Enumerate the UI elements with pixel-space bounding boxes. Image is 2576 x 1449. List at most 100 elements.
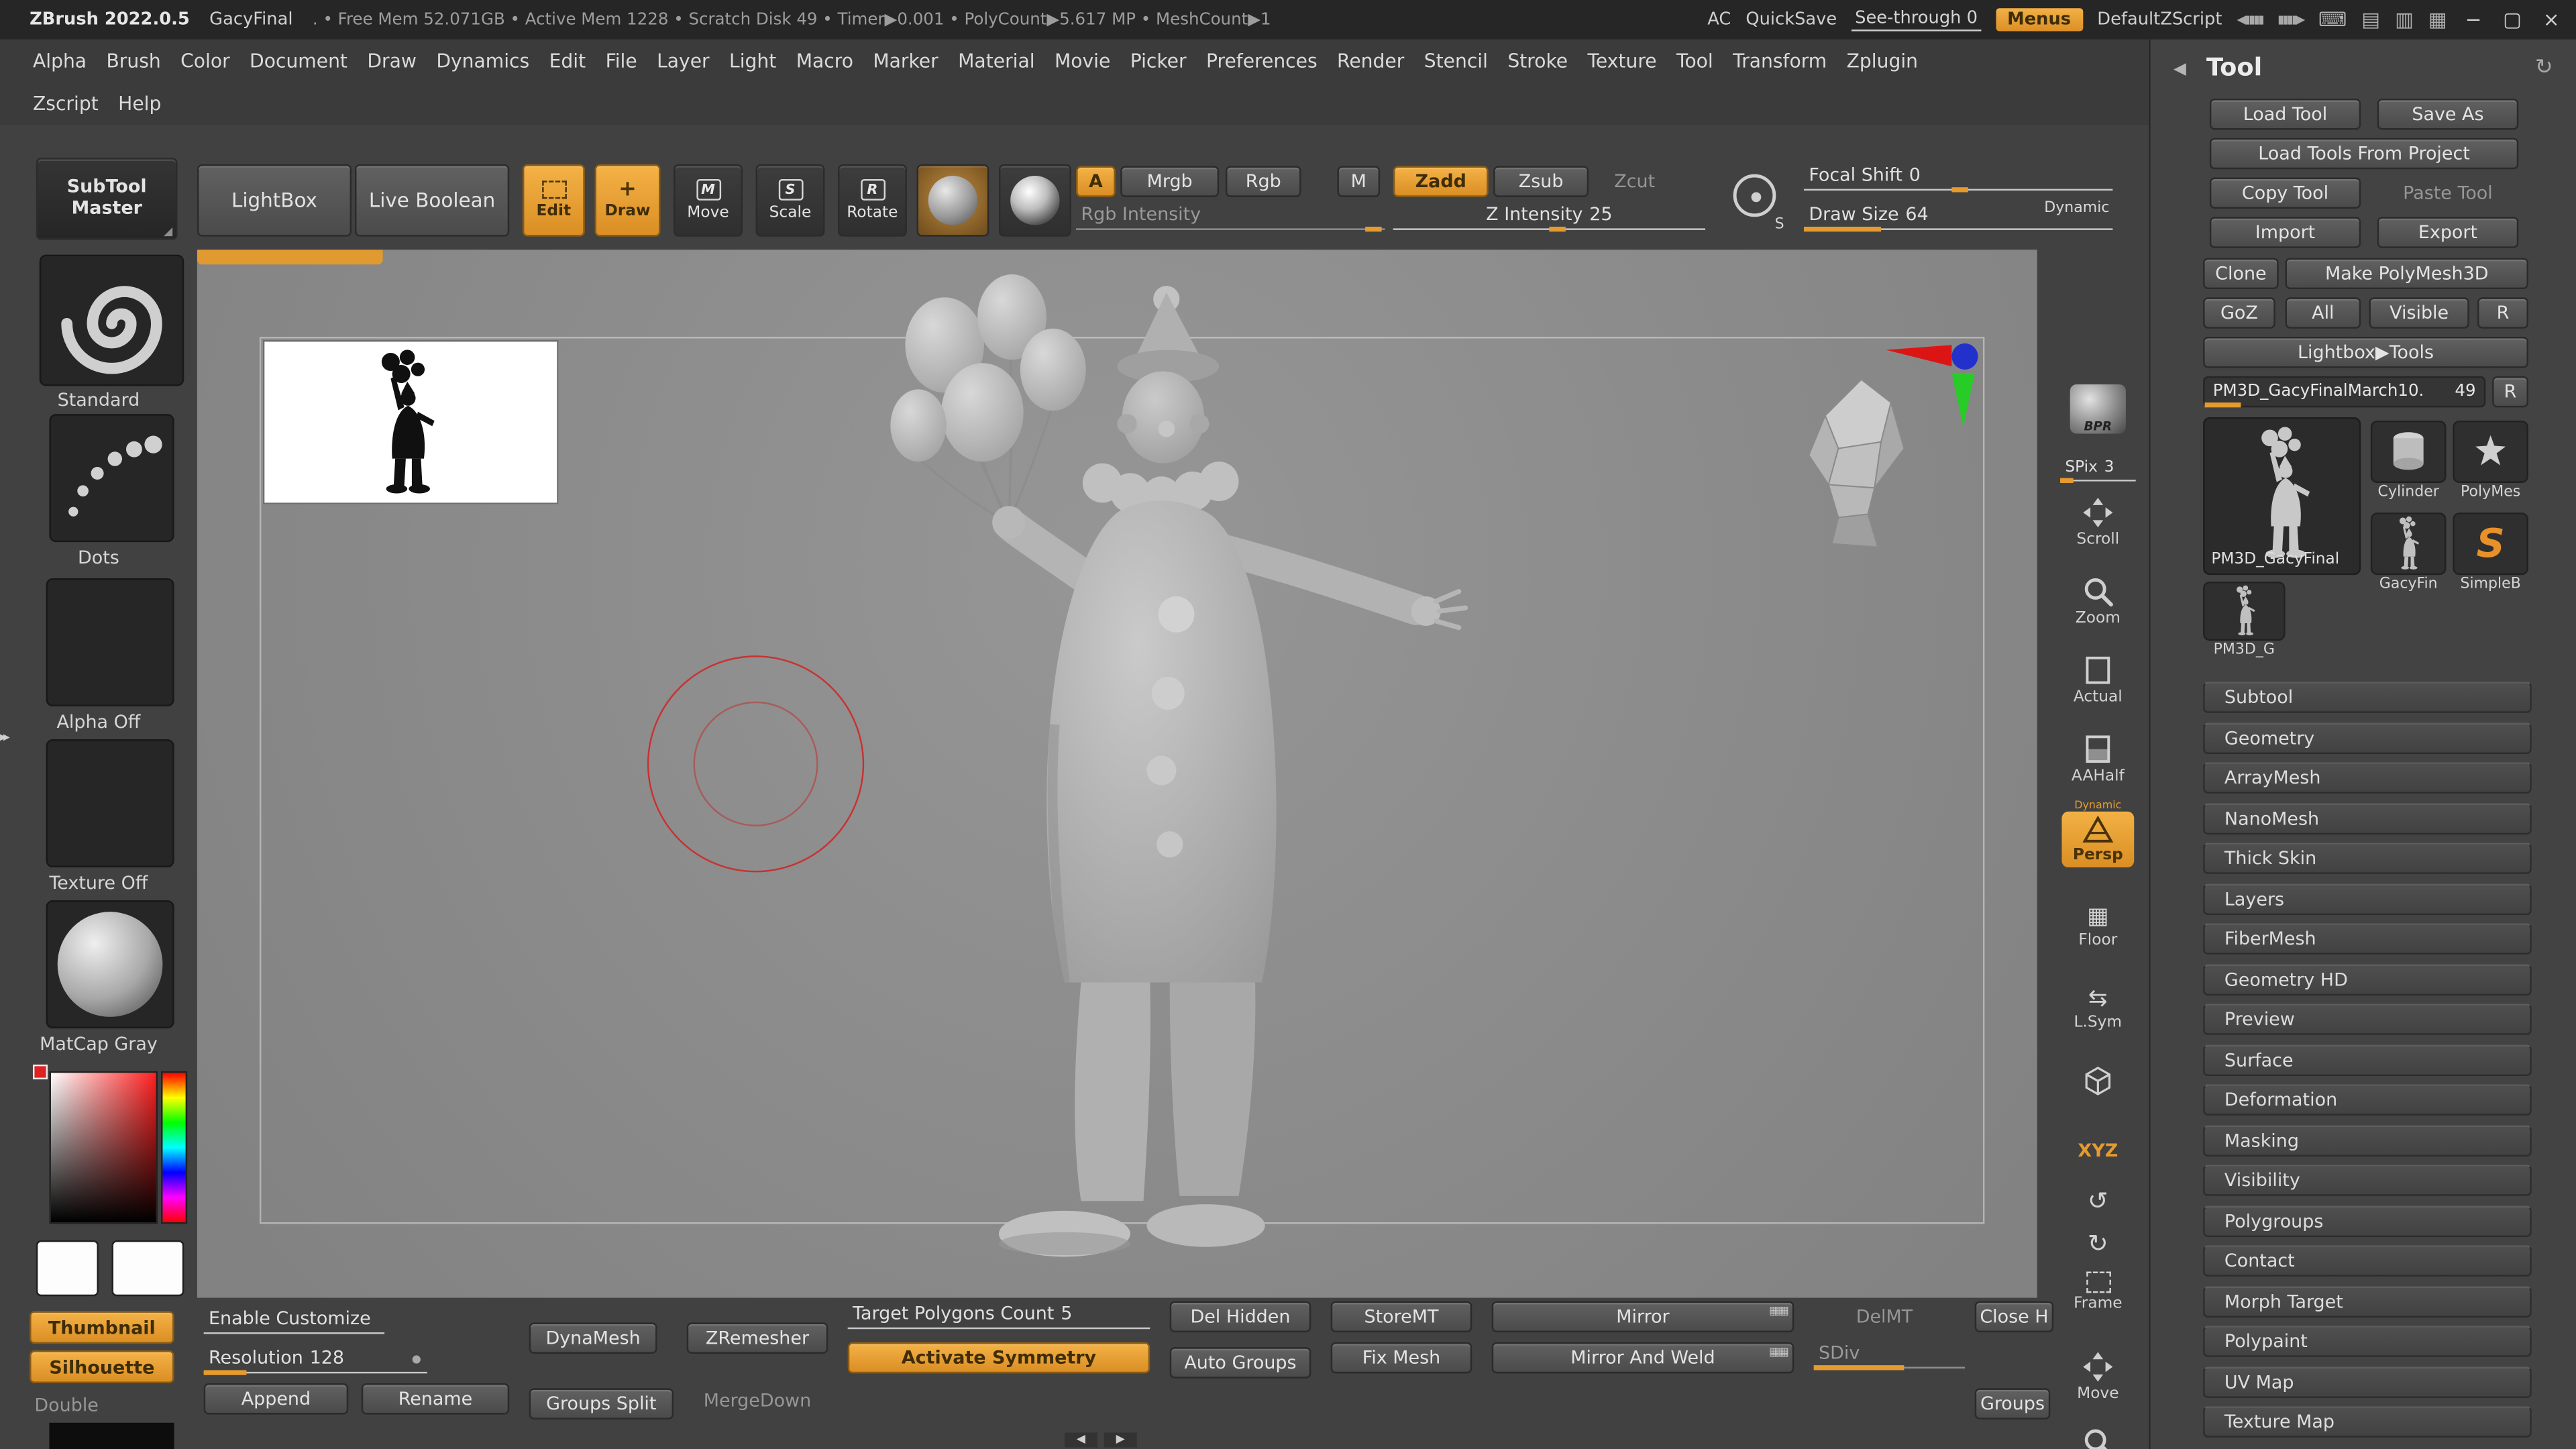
panel-layout-2-icon[interactable]: ▥ <box>2395 8 2414 31</box>
thumbnail-toggle-button[interactable]: Thumbnail <box>30 1311 174 1344</box>
spin-left-icon-button[interactable]: ↺ <box>2057 1186 2139 1216</box>
maximize-button[interactable]: ▢ <box>2500 8 2525 31</box>
tool-section-header[interactable]: Polypaint <box>2203 1326 2532 1357</box>
fix-mesh-button[interactable]: Fix Mesh <box>1330 1342 1472 1374</box>
import-button[interactable]: Import <box>2209 217 2361 248</box>
menu-item[interactable]: Help <box>108 92 171 115</box>
menu-item[interactable]: Dynamics <box>427 49 539 72</box>
make-polymesh3d-button[interactable]: Make PolyMesh3D <box>2285 258 2528 290</box>
menu-item[interactable]: Render <box>1327 49 1414 72</box>
tool-section-header[interactable]: Polygroups <box>2203 1205 2532 1236</box>
mirror-and-weld-button[interactable]: Mirror And Weld ▦▦ <box>1491 1342 1794 1374</box>
menu-item[interactable]: Edit <box>539 49 596 72</box>
scale-button[interactable]: S Scale <box>755 164 825 237</box>
tool-section-header[interactable]: NanoMesh <box>2203 802 2532 834</box>
current-material-button[interactable] <box>916 164 989 237</box>
z-intensity-slider[interactable]: Z Intensity 25 <box>1393 201 1706 232</box>
append-button[interactable]: Append <box>203 1383 349 1415</box>
active-tool-slider[interactable]: PM3D_GacyFinalMarch10. 49 <box>2203 376 2486 408</box>
spix-slider[interactable]: SPix 3 <box>2060 458 2136 484</box>
tool-section-header[interactable]: Texture Map <box>2203 1406 2532 1438</box>
delmt-button[interactable]: DelMT <box>1814 1301 1955 1333</box>
sdiv-slider[interactable]: SDiv <box>1813 1339 1965 1371</box>
tablet-pressure-left-icon[interactable]: ◀▮▮▮▮ <box>2237 13 2264 27</box>
mirror-button[interactable]: Mirror ▦▦ <box>1491 1301 1794 1333</box>
load-tools-from-project-button[interactable]: Load Tools From Project <box>2209 138 2519 170</box>
menu-item[interactable]: Alpha <box>23 49 96 72</box>
menu-item[interactable]: File <box>596 49 647 72</box>
scroll-left-arrow[interactable]: ◀ <box>1064 1432 1097 1448</box>
move-button[interactable]: M Move <box>674 164 743 237</box>
secondary-color-swatch[interactable] <box>111 1240 184 1297</box>
close-holes-button[interactable]: Close H <box>1974 1301 2054 1333</box>
dynamic-persp-label[interactable]: Dynamic <box>2047 798 2149 812</box>
bpr-button[interactable]: BPR <box>2057 384 2139 434</box>
floor-button[interactable]: ▦ Floor <box>2057 904 2139 950</box>
tool-section-header[interactable]: Surface <box>2203 1044 2532 1075</box>
active-tool-thumb[interactable]: PM3D_GacyFinal <box>2203 417 2361 576</box>
tool-thumb-gacyfin[interactable]: GacyFin <box>2370 513 2447 593</box>
menu-item[interactable]: Stroke <box>1498 49 1578 72</box>
document-canvas[interactable] <box>197 250 2037 1298</box>
activate-symmetry-button[interactable]: Activate Symmetry <box>847 1342 1150 1374</box>
double-button[interactable]: Double <box>23 1390 125 1419</box>
focal-shift-knob[interactable]: S <box>1728 168 1784 233</box>
tool-section-header[interactable]: ArrayMesh <box>2203 762 2532 794</box>
mergedown-button[interactable]: MergeDown <box>687 1385 828 1416</box>
mrgb-button[interactable]: Mrgb <box>1120 166 1220 197</box>
current-texture-thumb[interactable] <box>46 739 174 868</box>
default-zscript-button[interactable]: DefaultZScript <box>2097 10 2222 30</box>
rgb-button[interactable]: Rgb <box>1225 166 1301 197</box>
goz-button[interactable]: GoZ <box>2203 297 2275 329</box>
tool-section-header[interactable]: Subtool <box>2203 682 2532 713</box>
color-sv-picker[interactable] <box>49 1071 158 1224</box>
menu-item[interactable]: Stencil <box>1414 49 1498 72</box>
minimize-button[interactable]: − <box>2462 8 2485 31</box>
menu-item[interactable]: Picker <box>1120 49 1196 72</box>
menu-item[interactable]: Material <box>948 49 1044 72</box>
menu-item[interactable]: Light <box>719 49 786 72</box>
zremesher-button[interactable]: ZRemesher <box>686 1322 828 1354</box>
menu-item[interactable]: Transform <box>1723 49 1836 72</box>
active-tool-r-button[interactable]: R <box>2492 376 2528 408</box>
tool-section-header[interactable]: Preview <box>2203 1004 2532 1035</box>
menu-item[interactable]: Draw <box>358 49 427 72</box>
lightbox-tools-button[interactable]: Lightbox▶Tools <box>2203 337 2528 368</box>
tool-thumb-cylinder[interactable]: Cylinder <box>2370 420 2447 501</box>
storemt-button[interactable]: StoreMT <box>1330 1301 1472 1333</box>
live-boolean-button[interactable]: Live Boolean <box>354 164 510 237</box>
clown-model[interactable] <box>871 273 1495 1291</box>
silhouette-toggle-button[interactable]: Silhouette <box>30 1350 174 1384</box>
tool-thumb-simplebrush[interactable]: S SimpleB <box>2453 513 2528 593</box>
m-button[interactable]: M <box>1337 166 1381 197</box>
tool-section-header[interactable]: Geometry HD <box>2203 963 2532 995</box>
tool-section-header[interactable]: Contact <box>2203 1245 2532 1277</box>
menu-item[interactable]: Document <box>239 49 357 72</box>
copy-tool-button[interactable]: Copy Tool <box>2209 177 2361 209</box>
scroll-right-arrow[interactable]: ▶ <box>1104 1432 1137 1448</box>
tool-section-header[interactable]: UV Map <box>2203 1366 2532 1397</box>
main-color-swatch[interactable] <box>36 1240 99 1297</box>
edit-button[interactable]: Edit <box>522 164 585 237</box>
ac-button[interactable]: AC <box>1707 10 1731 30</box>
gradient-preview-button[interactable] <box>998 164 1071 237</box>
zadd-button[interactable]: Zadd <box>1393 166 1489 197</box>
cube-icon-button[interactable] <box>2057 1065 2139 1097</box>
menu-item[interactable]: Color <box>170 49 239 72</box>
aahalf-button[interactable]: AAHalf <box>2057 733 2139 786</box>
current-alpha-thumb[interactable] <box>46 578 174 707</box>
move-3d-button[interactable]: Move <box>2057 1350 2139 1403</box>
resolution-slider[interactable]: Resolution 128 <box>203 1344 427 1375</box>
tray-divider-handle[interactable]: ▸▸ <box>0 729 10 744</box>
menu-item[interactable]: Texture <box>1578 49 1667 72</box>
menu-item[interactable]: Movie <box>1044 49 1120 72</box>
tool-section-header[interactable]: Masking <box>2203 1124 2532 1156</box>
see-through-slider[interactable]: See-through 0 <box>1851 8 1981 32</box>
menu-item[interactable]: Macro <box>786 49 863 72</box>
target-polygons-slider[interactable]: Target Polygons Count 5 <box>847 1299 1150 1330</box>
focal-shift-slider[interactable]: Focal Shift 0 <box>1803 161 2113 193</box>
draw-size-slider[interactable]: Draw Size 64 Dynamic <box>1803 201 2113 232</box>
load-tool-button[interactable]: Load Tool <box>2209 98 2361 130</box>
menu-item[interactable]: Zplugin <box>1837 49 1928 72</box>
anchor-a-button[interactable]: A <box>1076 166 1116 197</box>
